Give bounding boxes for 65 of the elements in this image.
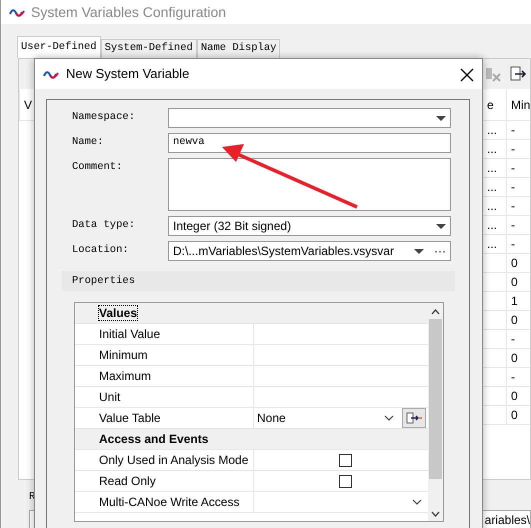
window-title: System Variables Configuration (31, 2, 226, 22)
property-label: Maximum (99, 369, 152, 383)
category-label: Access and Events (99, 432, 208, 446)
table-cell: ... (487, 142, 498, 156)
table-cell: 0 (511, 256, 518, 270)
table-cell: ... (487, 218, 498, 232)
property-value: None (257, 410, 286, 427)
chevron-down-icon[interactable] (384, 415, 394, 421)
table-cell: 0 (511, 389, 518, 403)
field-label: Location: (72, 243, 130, 258)
tab[interactable]: Name Display (196, 39, 280, 58)
table-cell: ... (487, 180, 498, 194)
property-label: Multi-CANoe Write Access (99, 495, 240, 509)
close-icon (460, 68, 474, 82)
field-value: Integer (32 Bit signed) (173, 218, 292, 235)
dropdown-field[interactable] (168, 108, 451, 128)
table-cell: - (511, 237, 515, 251)
scroll-down-icon[interactable] (431, 511, 440, 517)
table-cell: - (511, 332, 515, 346)
tab[interactable]: User-Defined (17, 36, 101, 58)
scroll-up-icon[interactable] (431, 309, 440, 315)
table-cell: 0 (511, 408, 518, 422)
property-label: Value Table (99, 411, 161, 425)
checkbox[interactable] (339, 474, 352, 488)
property-label: Initial Value (99, 327, 160, 341)
scrollbar-thumb[interactable] (429, 319, 442, 479)
table-cell: ... (487, 161, 498, 175)
wave-icon (43, 68, 59, 80)
checkbox[interactable] (339, 454, 352, 466)
property-label: Minimum (99, 348, 148, 362)
table-cell: 1 (511, 294, 518, 308)
tab[interactable]: System-Defined (100, 39, 197, 58)
name-field[interactable]: newva (168, 133, 451, 153)
table-cell: 0 (511, 351, 518, 365)
field-label: Comment: (72, 160, 124, 175)
table-cell: ... (487, 123, 498, 137)
table-cell: 0 (511, 313, 518, 327)
table-cell: - (511, 161, 515, 175)
scrollbar[interactable] (428, 303, 443, 521)
table-cell: - (511, 199, 515, 213)
table-arrow-icon (406, 412, 422, 424)
table-cell: - (511, 142, 515, 156)
table-cell: - (511, 370, 515, 384)
column-header[interactable]: Min (506, 89, 530, 121)
table-cell: ... (487, 199, 498, 213)
dialog-title: New System Variable (66, 65, 190, 84)
property-label: Only Used in Analysis Mode (99, 453, 248, 467)
field-label: Namespace: (72, 110, 136, 125)
table-cell: - (511, 123, 515, 137)
export-icon[interactable] (510, 66, 526, 82)
field-label: Name: (72, 135, 105, 150)
properties-header: Properties (62, 271, 455, 291)
table-cell: - (511, 218, 515, 232)
property-label: Unit (99, 390, 120, 404)
table-cell: - (511, 180, 515, 194)
chevron-down-icon[interactable] (412, 499, 422, 505)
wave-icon (9, 6, 25, 18)
property-label: Read Only (99, 474, 156, 488)
category-label: Values (99, 306, 138, 320)
field-label: Data type: (72, 218, 136, 233)
table-cell: ... (487, 237, 498, 251)
value-table-button[interactable] (402, 408, 426, 428)
comment-field[interactable] (168, 158, 451, 211)
table-cell: 0 (511, 275, 518, 289)
dropdown-field[interactable]: Integer (32 Bit signed) (168, 216, 451, 236)
